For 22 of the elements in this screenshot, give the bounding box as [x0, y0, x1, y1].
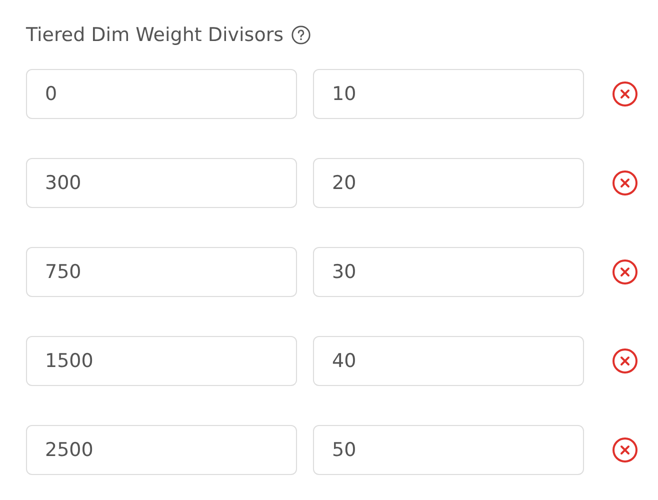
help-icon[interactable] [290, 25, 311, 45]
close-icon [612, 259, 638, 285]
remove-button[interactable] [612, 81, 638, 107]
close-icon [612, 170, 638, 196]
remove-button[interactable] [612, 348, 638, 374]
input-field[interactable]: 750 [26, 247, 297, 297]
input-field[interactable]: 40 [313, 336, 584, 386]
close-icon [612, 348, 638, 374]
section-title: Tiered Dim Weight Divisors [26, 24, 284, 46]
remove-button[interactable] [612, 437, 638, 463]
input-field[interactable]: 300 [26, 158, 297, 208]
close-icon [612, 81, 638, 107]
input-field[interactable]: 30 [313, 247, 584, 297]
remove-button[interactable] [612, 170, 638, 196]
input-field[interactable]: 20 [313, 158, 584, 208]
close-icon [612, 437, 638, 463]
remove-button[interactable] [612, 259, 638, 285]
input-field[interactable]: 1500 [26, 336, 297, 386]
input-field[interactable]: 2500 [26, 425, 297, 475]
input-field[interactable]: 50 [313, 425, 584, 475]
input-field[interactable]: 10 [313, 69, 584, 119]
input-field[interactable]: 0 [26, 69, 297, 119]
